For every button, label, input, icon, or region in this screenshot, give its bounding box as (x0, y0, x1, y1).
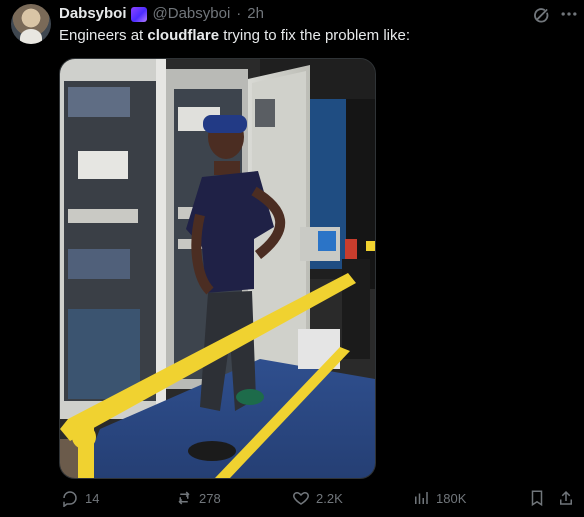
bookmark-button[interactable] (528, 485, 546, 511)
views-button[interactable]: 180K (412, 485, 466, 511)
tweet-header: Dabsyboi @Dabsyboi · 2h (59, 5, 264, 23)
like-button[interactable]: 2.2K (292, 485, 343, 511)
author-handle[interactable]: @Dabsyboi (153, 5, 231, 23)
author-emoji-badge (130, 6, 147, 22)
views-icon (415, 492, 428, 504)
reply-button[interactable]: 14 (61, 485, 99, 511)
tweet-text: Engineers at cloudflare trying to fix th… (59, 27, 410, 45)
share-button[interactable] (557, 485, 575, 511)
bookmark-icon (531, 490, 543, 507)
reply-icon (63, 491, 77, 507)
grok-icon[interactable] (532, 5, 552, 25)
view-count: 180K (436, 490, 467, 506)
share-icon (560, 490, 572, 505)
tweet-actions: 14 278 2.2K 180K (0, 485, 584, 511)
heart-icon (293, 491, 309, 505)
repost-button[interactable]: 278 (175, 485, 221, 511)
repost-icon (178, 491, 190, 505)
tweet-text-end: trying to fix the problem like: (219, 27, 410, 44)
author-avatar[interactable] (11, 4, 51, 44)
tweet-time[interactable]: 2h (247, 5, 264, 23)
tweet-text-start: Engineers at (59, 27, 148, 44)
tweet-photo[interactable] (59, 58, 376, 479)
tweet-text-bold: cloudflare (147, 27, 220, 44)
more-icon[interactable] (559, 4, 579, 24)
repost-count: 278 (199, 490, 221, 506)
author-display-name[interactable]: Dabsyboi (59, 5, 127, 23)
reply-count: 14 (85, 490, 100, 506)
like-count: 2.2K (316, 490, 343, 506)
time-separator: · (236, 5, 242, 22)
